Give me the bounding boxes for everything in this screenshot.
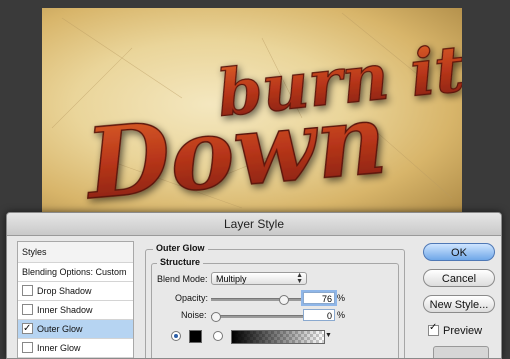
preview-label: Preview [443,325,483,337]
styles-list: Styles Blending Options: Custom Drop Sha… [17,241,134,358]
section-title: Outer Glow [153,243,208,253]
updown-arrows-icon: ▲ ▼ [296,272,303,285]
gradient-radio[interactable] [213,331,223,341]
noise-label: Noise: [181,310,207,320]
opacity-input[interactable]: 76 [303,292,335,304]
preview-checkbox[interactable] [428,322,439,336]
outer-glow-item[interactable]: Outer Glow [18,320,133,339]
inner-glow-item[interactable]: Inner Glow [18,339,133,358]
inner-shadow-checkbox[interactable] [22,304,33,316]
noise-slider-thumb[interactable] [211,312,221,322]
opacity-label: Opacity: [175,293,209,303]
gradient-dropdown-icon[interactable]: ▼ [325,332,332,339]
blend-mode-label: Blend Mode: [157,274,208,284]
inner-shadow-item[interactable]: Inner Shadow [18,301,133,320]
glow-color-swatch[interactable] [189,330,202,343]
new-style-button[interactable]: New Style... [423,295,495,313]
blending-options-label: Blending Options: Custom [22,267,127,277]
layer-style-dialog: Layer Style Styles Blending Options: Cus… [6,212,502,359]
styles-list-header[interactable]: Styles [18,242,133,263]
artwork-line2: Down [79,82,390,221]
ok-button[interactable]: OK [423,243,495,261]
style-preview-thumbnail [433,346,489,358]
blend-mode-select[interactable]: Multiply ▲ ▼ [211,272,307,285]
opacity-slider[interactable] [211,295,309,305]
noise-input[interactable]: 0 [303,309,335,321]
drop-shadow-checkbox[interactable] [22,285,33,297]
inner-glow-label: Inner Glow [37,343,81,353]
styles-label: Styles [22,247,47,257]
solid-color-radio[interactable] [171,331,181,341]
inner-shadow-label: Inner Shadow [37,305,93,315]
preview-row[interactable]: Preview [428,322,483,337]
noise-percent: % [337,310,346,320]
opacity-percent: % [337,293,346,303]
burn-it-down-artwork: burn it Down [78,31,462,222]
glow-gradient-picker[interactable] [231,330,325,344]
outer-glow-label: Outer Glow [37,324,83,334]
inner-glow-checkbox[interactable] [22,342,33,354]
blend-mode-value: Multiply [216,274,247,284]
noise-slider[interactable] [211,312,309,322]
outer-glow-panel: Outer Glow Structure Blend Mode: Multipl… [145,243,407,358]
subsection-title: Structure [157,257,204,267]
cancel-button[interactable]: Cancel [423,269,495,287]
drop-shadow-item[interactable]: Drop Shadow [18,282,133,301]
outer-glow-checkbox[interactable] [22,320,33,338]
document-canvas: burn it Down [42,8,462,222]
dialog-title: Layer Style [7,213,501,236]
drop-shadow-label: Drop Shadow [37,286,92,296]
blending-options-item[interactable]: Blending Options: Custom [18,263,133,282]
